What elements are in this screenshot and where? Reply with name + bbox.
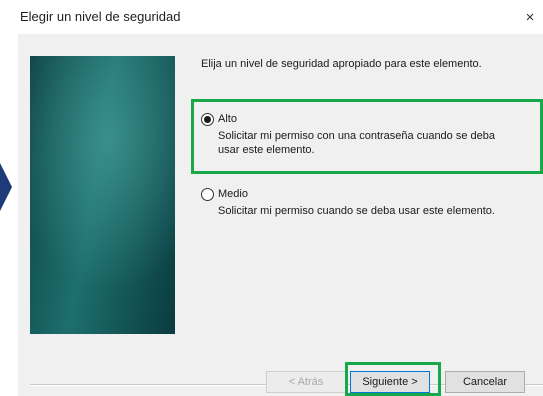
close-button[interactable]: × — [517, 0, 543, 34]
dialog-body: Elija un nivel de seguridad apropiado pa… — [18, 34, 543, 396]
back-button[interactable]: < Atrás — [266, 371, 346, 393]
instruction-text: Elija un nivel de seguridad apropiado pa… — [201, 58, 482, 70]
option-medio-label: Medio — [218, 188, 248, 200]
cancel-button[interactable]: Cancelar — [445, 371, 525, 393]
option-medio-description: Solicitar mi permiso cuando se deba usar… — [218, 205, 495, 217]
dialog-title: Elegir un nivel de seguridad — [20, 9, 181, 24]
highlight-next-button — [345, 362, 441, 396]
close-icon: × — [525, 8, 535, 26]
radio-medio[interactable] — [201, 188, 214, 201]
highlight-alto-option — [191, 99, 543, 174]
chevron-right-icon — [0, 163, 12, 211]
side-banner-image — [30, 56, 175, 334]
title-bar: Elegir un nivel de seguridad × — [0, 0, 543, 34]
